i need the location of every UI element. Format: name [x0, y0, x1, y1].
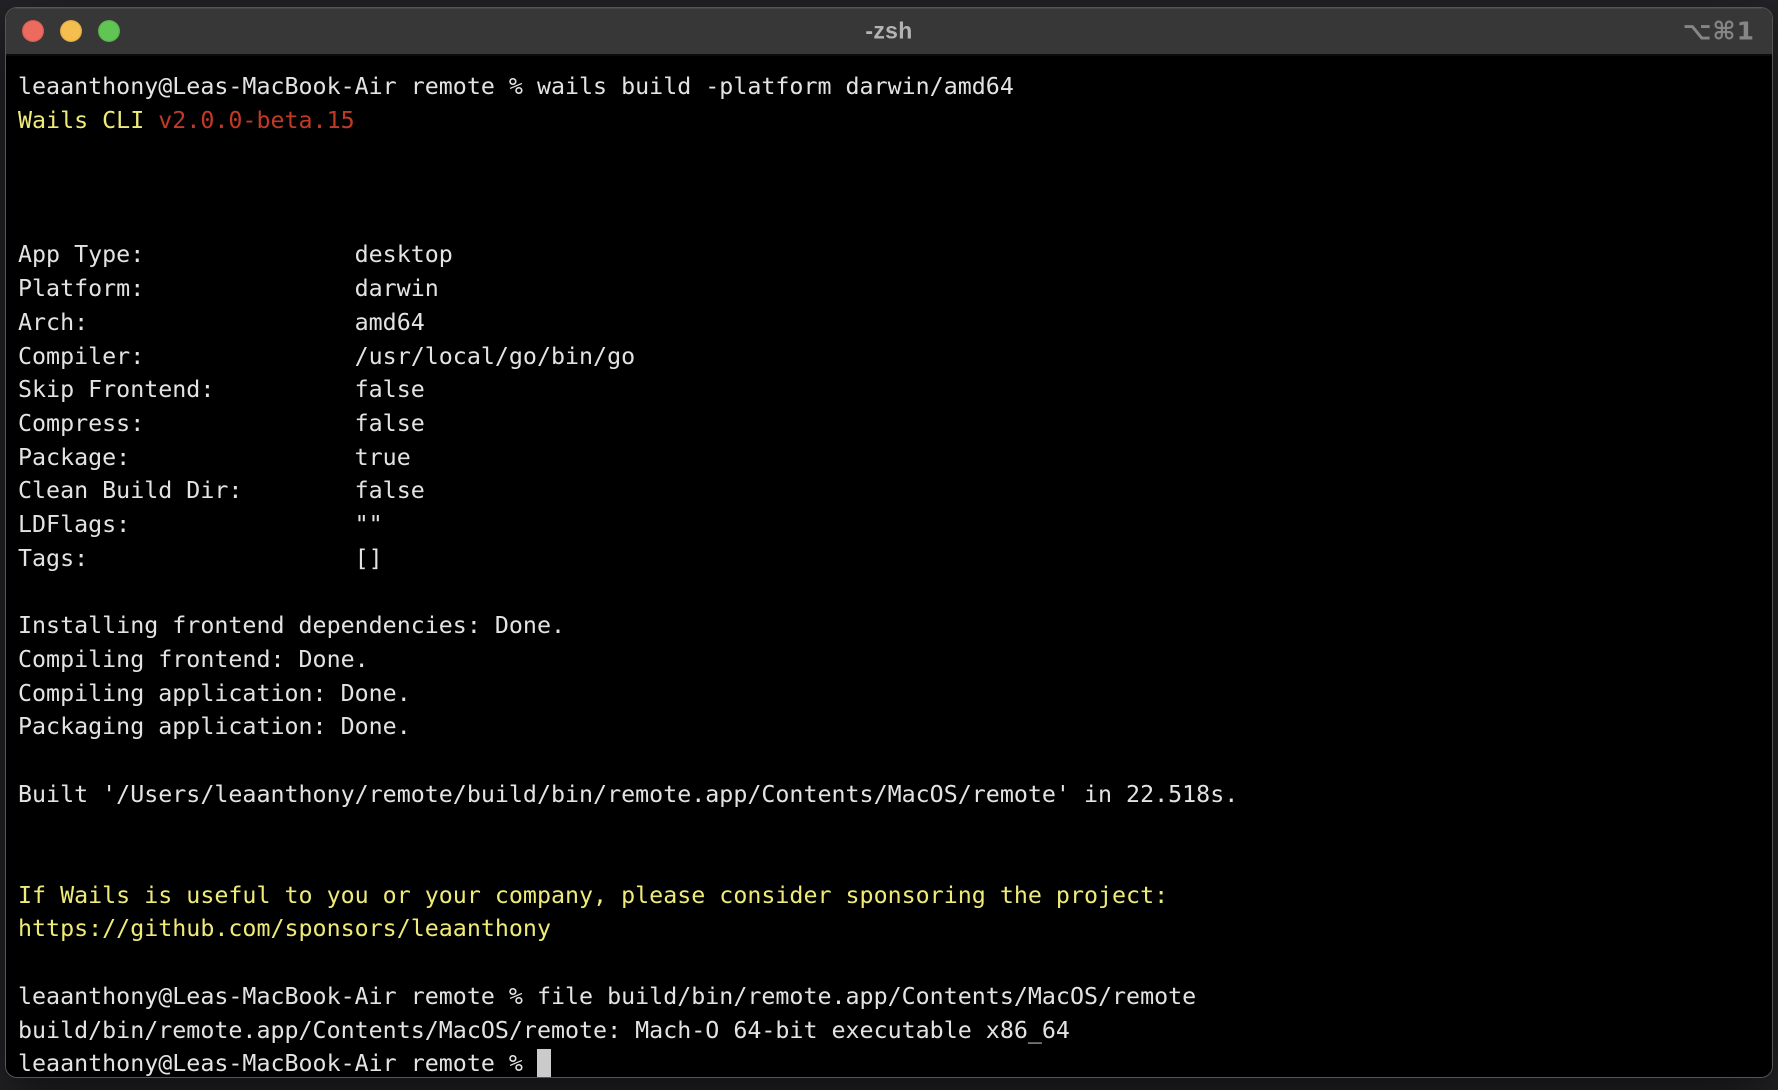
terminal-line: If Wails is useful to you or your compan… — [18, 879, 1772, 913]
text-segment: Installing frontend dependencies: Done. — [18, 612, 565, 639]
text-segment: LDFlags: "" — [18, 511, 383, 538]
text-segment: Platform: darwin — [18, 275, 439, 302]
terminal-line: Compiler: /usr/local/go/bin/go — [18, 340, 1772, 374]
terminal-line: Compiling frontend: Done. — [18, 643, 1772, 677]
terminal-output[interactable]: leaanthony@Leas-MacBook-Air remote % wai… — [6, 58, 1772, 1077]
traffic-lights — [22, 20, 120, 42]
terminal-line: LDFlags: "" — [18, 508, 1772, 542]
text-segment: leaanthony@Leas-MacBook-Air remote % fil… — [18, 983, 1196, 1010]
terminal-line — [18, 811, 1772, 845]
text-cursor — [537, 1049, 551, 1077]
terminal-line: leaanthony@Leas-MacBook-Air remote % wai… — [18, 70, 1772, 104]
text-segment: Arch: amd64 — [18, 309, 425, 336]
text-segment: Tags: [] — [18, 545, 383, 572]
terminal-line: Platform: darwin — [18, 272, 1772, 306]
desktop-background: { "window": { "title": "-zsh", "shortcut… — [0, 0, 1778, 1090]
minimize-button[interactable] — [60, 20, 82, 42]
terminal-line — [18, 205, 1772, 239]
terminal-line: Package: true — [18, 441, 1772, 475]
terminal-line — [18, 576, 1772, 610]
terminal-line: leaanthony@Leas-MacBook-Air remote % fil… — [18, 980, 1772, 1014]
terminal-line — [18, 845, 1772, 879]
terminal-line: Tags: [] — [18, 542, 1772, 576]
text-segment: If Wails is useful to you or your compan… — [18, 882, 1168, 909]
terminal-line: build/bin/remote.app/Contents/MacOS/remo… — [18, 1014, 1772, 1048]
text-segment: Compiling application: Done. — [18, 680, 411, 707]
titlebar[interactable]: -zsh ⌥⌘1 — [6, 8, 1772, 56]
terminal-line: Compiling application: Done. — [18, 677, 1772, 711]
text-segment: Packaging application: Done. — [18, 713, 411, 740]
terminal-line: Compress: false — [18, 407, 1772, 441]
terminal-line: https://github.com/sponsors/leaanthony — [18, 912, 1772, 946]
terminal-window: -zsh ⌥⌘1 leaanthony@Leas-MacBook-Air rem… — [5, 7, 1773, 1078]
terminal-line — [18, 137, 1772, 171]
window-shortcut-badge: ⌥⌘1 — [1683, 17, 1755, 46]
text-segment: v2.0.0-beta.15 — [158, 107, 354, 134]
text-segment: Compress: false — [18, 410, 425, 437]
text-segment: Package: true — [18, 444, 411, 471]
zoom-button[interactable] — [98, 20, 120, 42]
terminal-line: Arch: amd64 — [18, 306, 1772, 340]
text-segment: https://github.com/sponsors/leaanthony — [18, 915, 551, 942]
terminal-line: Skip Frontend: false — [18, 373, 1772, 407]
text-segment: build/bin/remote.app/Contents/MacOS/remo… — [18, 1017, 1070, 1044]
terminal-line — [18, 171, 1772, 205]
terminal-line — [18, 744, 1772, 778]
terminal-line: Installing frontend dependencies: Done. — [18, 609, 1772, 643]
terminal-line: Built '/Users/leaanthony/remote/build/bi… — [18, 778, 1772, 812]
text-segment: Compiling frontend: Done. — [18, 646, 369, 673]
text-segment: Built '/Users/leaanthony/remote/build/bi… — [18, 781, 1238, 808]
terminal-line: Packaging application: Done. — [18, 710, 1772, 744]
terminal-line: App Type: desktop — [18, 238, 1772, 272]
text-segment: Compiler: /usr/local/go/bin/go — [18, 343, 635, 370]
text-segment: leaanthony@Leas-MacBook-Air remote % — [18, 1050, 537, 1077]
window-title: -zsh — [865, 18, 912, 45]
text-segment: Skip Frontend: false — [18, 376, 425, 403]
close-button[interactable] — [22, 20, 44, 42]
terminal-line: Wails CLI v2.0.0-beta.15 — [18, 104, 1772, 138]
text-segment: App Type: desktop — [18, 241, 453, 268]
terminal-line — [18, 946, 1772, 980]
text-segment: Wails CLI — [18, 107, 158, 134]
terminal-line: Clean Build Dir: false — [18, 474, 1772, 508]
terminal-line: leaanthony@Leas-MacBook-Air remote % — [18, 1047, 1772, 1077]
text-segment: Clean Build Dir: false — [18, 477, 425, 504]
text-segment: leaanthony@Leas-MacBook-Air remote % wai… — [18, 73, 1014, 100]
